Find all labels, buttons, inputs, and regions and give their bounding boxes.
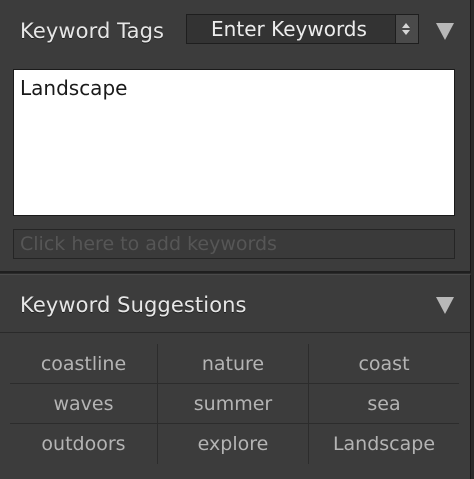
suggestions-header-divider (0, 332, 470, 333)
keyword-tags-panel: Keyword Tags Enter Keywords Landscape Cl… (0, 0, 471, 273)
suggestion-keyword[interactable]: explore (158, 424, 309, 464)
suggestion-keyword[interactable]: sea (309, 384, 459, 424)
keyword-tags-title: Keyword Tags (20, 19, 165, 43)
suggestion-keyword[interactable]: coastline (10, 344, 158, 384)
suggestion-keyword[interactable]: Landscape (309, 424, 459, 464)
keyword-suggestions-disclosure-triangle-icon[interactable] (436, 297, 454, 314)
add-keywords-input[interactable]: Click here to add keywords (13, 229, 455, 259)
keyword-tags-disclosure-triangle-icon[interactable] (436, 23, 454, 40)
arrow-up-icon (402, 23, 410, 28)
arrow-down-icon (402, 30, 410, 35)
keyword-entry-mode-select[interactable]: Enter Keywords (186, 14, 419, 44)
keywords-textarea[interactable]: Landscape (13, 69, 455, 216)
updown-arrows-icon[interactable] (395, 15, 418, 43)
keyword-suggestions-title: Keyword Suggestions (20, 293, 247, 317)
suggestion-keyword[interactable]: waves (10, 384, 158, 424)
suggestion-keyword[interactable]: coast (309, 344, 459, 384)
keyword-suggestions-grid: coastline nature coast waves summer sea … (10, 344, 461, 464)
suggestion-keyword[interactable]: nature (158, 344, 309, 384)
keyword-entry-mode-value: Enter Keywords (211, 17, 367, 41)
suggestion-keyword[interactable]: summer (158, 384, 309, 424)
suggestion-keyword[interactable]: outdoors (10, 424, 158, 464)
